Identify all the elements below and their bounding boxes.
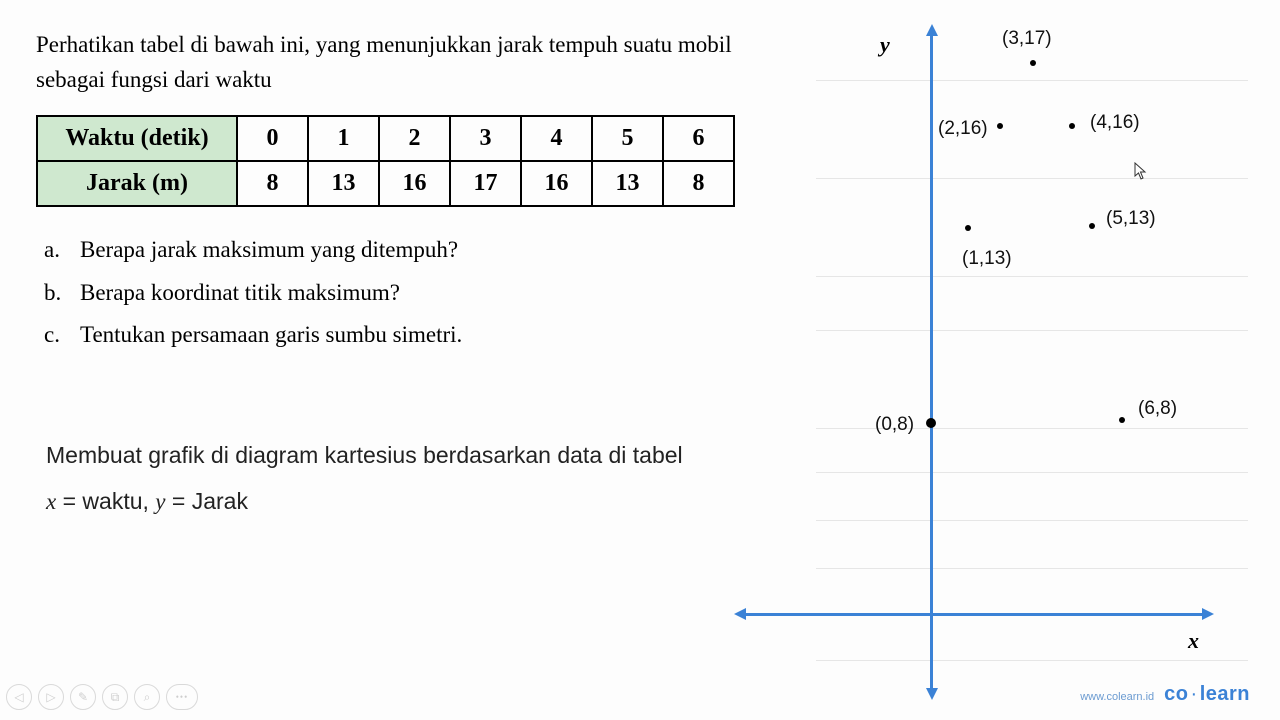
next-button[interactable]: ▷ [38, 684, 64, 710]
question-a: a. Berapa jarak maksimum yang ditempuh? [44, 229, 806, 272]
arrow-left-icon [734, 608, 746, 620]
solution-line2: x = waktu, y = Jarak [46, 478, 683, 525]
cartesian-chart: y x (0,8) (1,13) (2,16) (3,17) (4,16) (5… [740, 20, 1260, 690]
point-label-5-13: (5,13) [1106, 208, 1156, 230]
gridline [816, 276, 1248, 277]
prev-button[interactable]: ◁ [6, 684, 32, 710]
logo-learn: learn [1200, 683, 1250, 705]
var-y: y [155, 489, 165, 514]
gridline [816, 568, 1248, 569]
question-c-label: c. [44, 314, 80, 357]
cell-waktu-4: 4 [521, 116, 592, 161]
prompt-text: Perhatikan tabel di bawah ini, yang menu… [36, 28, 806, 97]
gridline [816, 80, 1248, 81]
logo-dot: · [1191, 683, 1198, 705]
gridline [816, 660, 1248, 661]
eq-waktu: = waktu, [56, 488, 155, 514]
footer: www.colearn.id co·learn [1080, 683, 1250, 706]
question-a-label: a. [44, 229, 80, 272]
more-button[interactable]: ••• [166, 684, 198, 710]
solution-line1: Membuat grafik di diagram kartesius berd… [46, 432, 683, 478]
point-6-8 [1119, 417, 1125, 423]
copy-button[interactable]: ⧉ [102, 684, 128, 710]
question-b-label: b. [44, 272, 80, 315]
point-label-4-16: (4,16) [1090, 112, 1140, 134]
cell-jarak-5: 13 [592, 161, 663, 206]
point-label-3-17: (3,17) [1002, 28, 1052, 50]
arrow-up-icon [926, 24, 938, 36]
gridline [816, 472, 1248, 473]
point-2-16 [997, 123, 1003, 129]
eq-jarak: = Jarak [166, 488, 248, 514]
x-axis [740, 613, 1208, 616]
question-c-text: Tentukan persamaan garis sumbu simetri. [80, 314, 462, 357]
zoom-button[interactable]: ⌕ [134, 684, 160, 710]
y-axis-label: y [880, 32, 890, 58]
footer-url: www.colearn.id [1080, 691, 1154, 703]
row-header-jarak: Jarak (m) [37, 161, 237, 206]
data-table: Waktu (detik) 0 1 2 3 4 5 6 Jarak (m) 8 … [36, 115, 735, 207]
y-axis [930, 30, 933, 696]
cell-waktu-3: 3 [450, 116, 521, 161]
question-list: a. Berapa jarak maksimum yang ditempuh? … [44, 229, 806, 357]
question-b: b. Berapa koordinat titik maksimum? [44, 272, 806, 315]
table-row: Jarak (m) 8 13 16 17 16 13 8 [37, 161, 734, 206]
cell-jarak-3: 17 [450, 161, 521, 206]
gridline [816, 178, 1248, 179]
brand-logo: co·learn [1164, 683, 1250, 706]
player-controls: ◁ ▷ ✎ ⧉ ⌕ ••• [6, 684, 198, 710]
point-3-17 [1030, 60, 1036, 66]
cell-waktu-5: 5 [592, 116, 663, 161]
cell-jarak-0: 8 [237, 161, 308, 206]
question-b-text: Berapa koordinat titik maksimum? [80, 272, 400, 315]
x-axis-label: x [1188, 628, 1199, 654]
point-label-0-8: (0,8) [875, 414, 914, 436]
question-a-text: Berapa jarak maksimum yang ditempuh? [80, 229, 458, 272]
gridline [816, 520, 1248, 521]
point-5-13 [1089, 223, 1095, 229]
arrow-down-icon [926, 688, 938, 700]
solution-text: Membuat grafik di diagram kartesius berd… [46, 432, 683, 525]
pen-button[interactable]: ✎ [70, 684, 96, 710]
point-label-6-8: (6,8) [1138, 398, 1177, 420]
point-1-13 [965, 225, 971, 231]
logo-co: co [1164, 683, 1188, 705]
cell-jarak-2: 16 [379, 161, 450, 206]
arrow-right-icon [1202, 608, 1214, 620]
point-label-1-13: (1,13) [962, 248, 1012, 270]
row-header-waktu: Waktu (detik) [37, 116, 237, 161]
point-4-16 [1069, 123, 1075, 129]
cell-waktu-6: 6 [663, 116, 734, 161]
cell-jarak-4: 16 [521, 161, 592, 206]
table-row: Waktu (detik) 0 1 2 3 4 5 6 [37, 116, 734, 161]
cell-waktu-0: 0 [237, 116, 308, 161]
point-label-2-16: (2,16) [938, 118, 988, 140]
cell-waktu-2: 2 [379, 116, 450, 161]
gridline [816, 330, 1248, 331]
page: Perhatikan tabel di bawah ini, yang menu… [0, 0, 1280, 720]
cell-waktu-1: 1 [308, 116, 379, 161]
cell-jarak-6: 8 [663, 161, 734, 206]
point-0-8 [926, 418, 936, 428]
var-x: x [46, 489, 56, 514]
question-block: Perhatikan tabel di bawah ini, yang menu… [36, 28, 806, 357]
question-c: c. Tentukan persamaan garis sumbu simetr… [44, 314, 806, 357]
cell-jarak-1: 13 [308, 161, 379, 206]
